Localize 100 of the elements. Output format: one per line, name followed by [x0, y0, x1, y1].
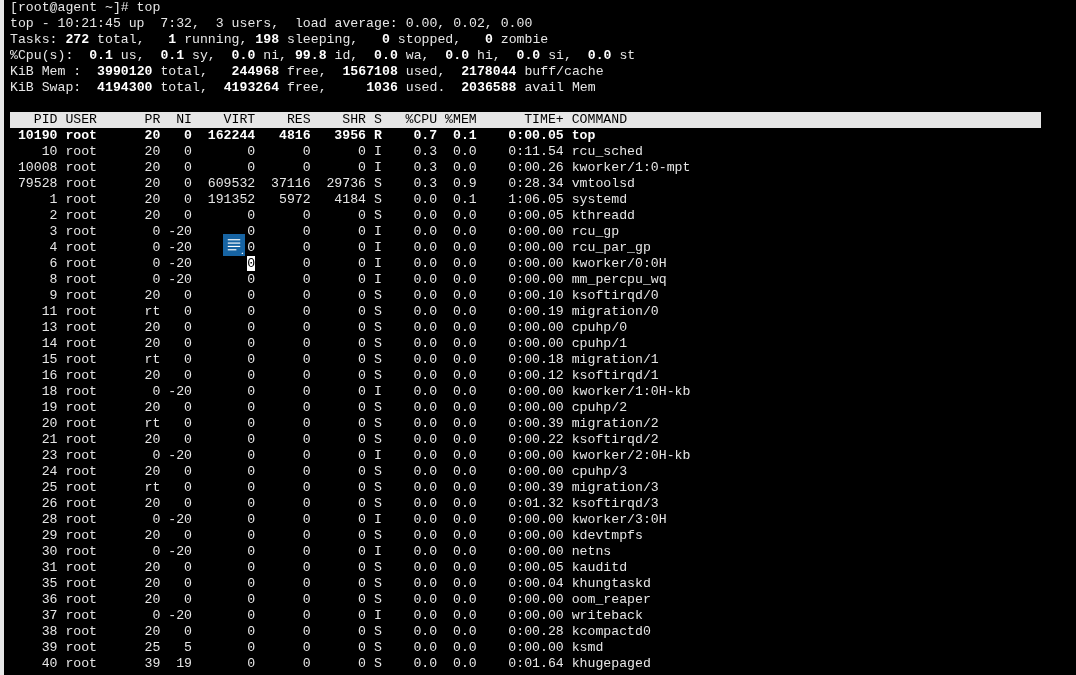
- table-cell-text: 0: [183, 560, 192, 576]
- table-cell: I: [373, 384, 382, 400]
- table-cell-text: 0: [357, 368, 366, 384]
- table-cell-text: 0: [301, 368, 311, 384]
- table-cell-text: 0.0: [452, 272, 477, 288]
- table-cell-text: 0.7: [412, 128, 438, 144]
- table-cell-text: 0: [151, 240, 161, 256]
- table-cell-text: 0:00.00: [507, 272, 564, 288]
- command-name: vmtoolsd: [571, 176, 635, 192]
- table-cell-text: 29: [40, 528, 58, 544]
- table-cell-text: 0: [301, 352, 311, 368]
- table-cell: 0: [247, 336, 256, 351]
- table-cell: 0: [247, 400, 256, 415]
- table-cell-text: 26: [40, 496, 58, 512]
- table-cell-text: 0.0: [412, 448, 438, 464]
- table-cell: S: [373, 624, 382, 640]
- table-cell-text: 0: [357, 480, 366, 496]
- command-name: kworker/3:0H: [571, 512, 667, 528]
- table-cell-text: 0: [301, 400, 311, 416]
- table-cell-text: 20: [143, 192, 161, 208]
- column-header: PR: [143, 112, 161, 128]
- table-cell: 0: [247, 608, 256, 623]
- command-name: cpuhp/2: [571, 400, 628, 416]
- table-cell-text: root: [65, 320, 99, 336]
- table-cell-text: 0: [183, 288, 192, 304]
- table-cell-text: 0: [357, 560, 366, 576]
- table-cell-text: 2: [48, 208, 58, 224]
- table-cell: S: [373, 368, 382, 384]
- table-cell-text: 0: [357, 544, 366, 560]
- command-name: migration/2: [571, 416, 659, 432]
- table-cell: S: [373, 640, 382, 656]
- document-icon[interactable]: [223, 234, 245, 256]
- table-cell: 0: [247, 352, 256, 367]
- table-cell-text: root: [65, 304, 99, 320]
- table-cell-text: 3956: [333, 128, 366, 144]
- table-cell-text: 0:00.00: [507, 336, 564, 352]
- table-cell: I: [373, 224, 382, 240]
- table-cell-text: 40: [40, 656, 58, 672]
- table-cell-text: 0: [183, 432, 192, 448]
- table-cell-text: root: [65, 160, 99, 176]
- table-cell: 0: [247, 432, 256, 447]
- table-cell-text: 19: [40, 400, 58, 416]
- table-cell-text: 0: [357, 384, 366, 400]
- table-cell-text: 0:00.00: [507, 400, 564, 416]
- table-cell-text: root: [65, 208, 99, 224]
- table-cell-text: 20: [143, 320, 161, 336]
- table-cell: I: [373, 512, 382, 528]
- column-header: VIRT: [222, 112, 256, 128]
- table-cell-text: root: [65, 576, 99, 592]
- command-prompt: [root@agent ~]# top: [10, 0, 161, 16]
- table-cell-text: rt: [143, 352, 161, 368]
- table-cell-text: 0.0: [412, 320, 438, 336]
- table-cell-text: root: [65, 224, 99, 240]
- table-cell-text: 0: [183, 128, 192, 144]
- table-cell-text: 0: [183, 192, 192, 208]
- table-cell-text: 0.0: [452, 240, 477, 256]
- table-cell-text: root: [65, 560, 99, 576]
- table-cell-text: 16: [40, 368, 58, 384]
- table-cell: 0: [247, 656, 256, 671]
- table-cell-text: 0: [301, 544, 311, 560]
- table-cell: 0: [247, 144, 256, 159]
- table-cell: 0: [247, 416, 256, 431]
- table-cell-text: 37: [40, 608, 58, 624]
- table-cell-text: 0: [357, 288, 366, 304]
- command-name: khungtaskd: [571, 576, 651, 592]
- table-cell: 0: [247, 320, 256, 335]
- command-name: oom_reaper: [571, 592, 651, 608]
- table-cell-text: 0: [357, 464, 366, 480]
- table-cell-text: root: [65, 480, 99, 496]
- table-cell-text: 10008: [16, 160, 58, 176]
- table-cell-text: root: [65, 640, 99, 656]
- table-cell-text: 0:00.22: [507, 432, 564, 448]
- table-cell-text: 0: [183, 624, 192, 640]
- command-name: cpuhp/0: [571, 320, 628, 336]
- table-cell-text: rt: [143, 304, 161, 320]
- table-cell-text: 20: [40, 416, 58, 432]
- table-cell-text: root: [65, 656, 99, 672]
- table-cell-text: 0.0: [412, 240, 438, 256]
- table-cell-text: 28: [40, 512, 58, 528]
- table-cell-text: 0: [301, 160, 311, 176]
- table-cell-text: 20: [143, 400, 161, 416]
- table-cell-text: rt: [143, 480, 161, 496]
- table-cell-text: 0:00.28: [507, 624, 564, 640]
- table-cell-text: 0: [357, 336, 366, 352]
- table-cell-text: 0: [357, 352, 366, 368]
- table-cell-text: 0: [301, 464, 311, 480]
- column-header: SHR: [341, 112, 366, 128]
- table-cell-text: 0: [183, 144, 192, 160]
- table-cell-text: 0: [301, 448, 311, 464]
- column-header: PID: [32, 112, 58, 128]
- table-cell-text: 0:00.00: [507, 320, 564, 336]
- table-cell-text: 0: [357, 272, 366, 288]
- table-cell-text: 0: [151, 384, 161, 400]
- column-header: RES: [285, 112, 311, 128]
- table-cell-text: 5972: [277, 192, 311, 208]
- table-cell: 0: [247, 592, 256, 607]
- table-cell: I: [373, 448, 382, 464]
- table-cell-text: 0.0: [412, 272, 438, 288]
- table-cell-text: 0:00.39: [507, 480, 564, 496]
- table-cell-text: 0: [301, 320, 311, 336]
